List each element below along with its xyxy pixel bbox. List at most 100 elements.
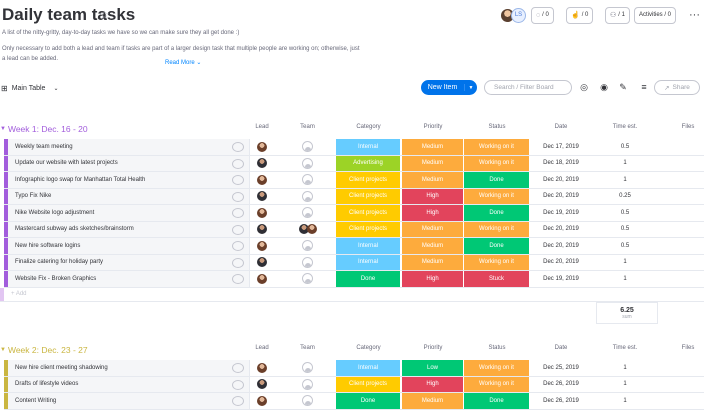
status-cell[interactable]: Done [464, 393, 530, 409]
table-row[interactable]: Update our website with latest projects A… [4, 155, 704, 172]
status-cell[interactable]: Working on it [464, 139, 530, 155]
chat-bubble-icon[interactable] [232, 379, 244, 390]
empty-person-icon[interactable] [302, 240, 313, 252]
item-name-text[interactable]: Typo Fix Nike [15, 193, 51, 199]
status-cell[interactable]: Done [464, 238, 530, 254]
table-row[interactable]: Mastercard subway ads sketches/brainstor… [4, 221, 704, 238]
category-cell[interactable]: Internal [336, 238, 401, 254]
item-name-text[interactable]: New hire client meeting shadowing [15, 365, 108, 371]
column-header[interactable]: Category [336, 345, 401, 351]
lead-avatar[interactable] [257, 273, 267, 284]
status-cell[interactable]: Working on it [464, 188, 530, 204]
team-cell[interactable] [280, 189, 335, 205]
item-name[interactable]: Nike Website logo adjustment [8, 205, 250, 221]
read-more-link[interactable]: Read More ⌄ [165, 59, 201, 66]
priority-cell[interactable]: High [402, 205, 464, 221]
column-header[interactable]: Date [530, 124, 592, 130]
priority-cell[interactable]: Medium [402, 172, 464, 188]
team-cell[interactable] [280, 393, 335, 409]
lead-cell[interactable] [246, 189, 278, 205]
files-cell[interactable] [660, 377, 704, 393]
team-cell[interactable] [280, 238, 335, 254]
empty-person-icon[interactable] [302, 190, 313, 202]
time-estimate-cell[interactable]: 1 [594, 377, 656, 393]
table-row[interactable]: Infographic logo swap for Manhattan Tota… [4, 172, 704, 189]
item-name-text[interactable]: Website Fix - Broken Graphics [15, 276, 96, 282]
column-header[interactable]: Lead [246, 345, 278, 351]
empty-person-icon[interactable] [302, 362, 313, 374]
priority-cell[interactable]: High [402, 271, 464, 287]
lead-cell[interactable] [246, 205, 278, 221]
table-row[interactable]: New hire software logins Internal Medium Do… [4, 238, 704, 255]
time-estimate-cell[interactable]: 1 [594, 156, 656, 172]
table-row[interactable]: Website Fix - Broken Graphics Done High Stu… [4, 271, 704, 288]
team-cell[interactable] [280, 205, 335, 221]
column-header[interactable]: Status [464, 124, 530, 130]
lead-cell[interactable] [246, 238, 278, 254]
status-cell[interactable]: Working on it [464, 254, 530, 270]
category-cell[interactable]: Internal [336, 139, 401, 155]
chat-bubble-icon[interactable] [232, 142, 244, 152]
time-estimate-cell[interactable]: 0.5 [594, 205, 656, 221]
date-cell[interactable]: Dec 18, 2019 [530, 156, 592, 172]
column-header[interactable]: Team [280, 345, 335, 351]
team-cell[interactable] [280, 172, 335, 188]
filter-icon[interactable]: ≡ [638, 81, 650, 93]
group-title[interactable]: ▼ Week 2: Dec. 23 - 27 [0, 343, 88, 357]
chat-bubble-icon[interactable] [232, 241, 244, 251]
lead-cell[interactable] [246, 156, 278, 172]
item-name[interactable]: New hire software logins [8, 238, 250, 254]
date-cell[interactable]: Dec 20, 2019 [530, 189, 592, 205]
column-header[interactable]: Category [336, 124, 401, 130]
view-selector[interactable]: ⊞ Main Table ⌄ [1, 78, 58, 98]
table-row[interactable]: Content Writing Done Medium Done Dec 26, 201… [4, 393, 704, 410]
status-cell[interactable]: Done [464, 172, 530, 188]
likes-button[interactable]: ☝/ 0 [566, 6, 594, 24]
lead-avatar[interactable] [257, 158, 267, 169]
lead-cell[interactable] [246, 172, 278, 188]
table-row[interactable]: Weekly team meeting Internal Medium Working… [4, 139, 704, 156]
time-estimate-cell[interactable]: 1 [594, 360, 656, 376]
lead-cell[interactable] [246, 222, 278, 238]
board-title[interactable]: Daily team tasks [2, 5, 135, 25]
item-name-text[interactable]: Infographic logo swap for Manhattan Tota… [15, 177, 145, 183]
lead-cell[interactable] [246, 377, 278, 393]
files-cell[interactable] [660, 156, 704, 172]
team-avatar[interactable] [306, 224, 317, 235]
priority-cell[interactable]: Medium [402, 221, 464, 237]
lead-avatar[interactable] [257, 362, 267, 373]
team-cell[interactable] [280, 377, 335, 393]
item-name-text[interactable]: Finalize catering for holiday party [15, 259, 103, 265]
add-item-label[interactable]: + Add [11, 291, 27, 297]
column-header[interactable]: Status [464, 345, 530, 351]
date-cell[interactable]: Dec 20, 2019 [530, 172, 592, 188]
empty-person-icon[interactable] [302, 157, 313, 169]
date-cell[interactable]: Dec 26, 2019 [530, 377, 592, 393]
activities-button[interactable]: Activities / 0 [634, 6, 677, 24]
category-cell[interactable]: Client projects [336, 221, 401, 237]
chevron-down-icon[interactable]: ▼ [0, 347, 6, 353]
empty-person-icon[interactable] [302, 273, 313, 285]
status-cell[interactable]: Working on it [464, 155, 530, 171]
lead-cell[interactable] [246, 139, 278, 155]
team-cell[interactable] [280, 222, 335, 238]
lead-avatar[interactable] [257, 174, 267, 185]
column-header[interactable]: Priority [402, 124, 464, 130]
table-row[interactable]: Finalize catering for holiday party Inter… [4, 254, 704, 271]
item-name-text[interactable]: Drafts of lifestyle videos [15, 381, 78, 387]
team-cell[interactable] [280, 255, 335, 271]
category-cell[interactable]: Advertising [336, 155, 401, 171]
column-header[interactable]: Lead [246, 124, 278, 130]
status-cell[interactable]: Done [464, 205, 530, 221]
group-title[interactable]: ▼ Week 1: Dec. 16 - 20 [0, 122, 88, 136]
share-button[interactable]: ↗ Share [654, 80, 700, 95]
updates-button[interactable]: ◌/ 0 [531, 6, 554, 24]
item-name[interactable]: Update our website with latest projects [8, 155, 250, 171]
lead-cell[interactable] [246, 255, 278, 271]
lead-cell[interactable] [246, 271, 278, 287]
files-cell[interactable] [660, 189, 704, 205]
team-cell[interactable] [280, 156, 335, 172]
files-cell[interactable] [660, 222, 704, 238]
chat-bubble-icon[interactable] [232, 274, 244, 284]
files-cell[interactable] [660, 172, 704, 188]
